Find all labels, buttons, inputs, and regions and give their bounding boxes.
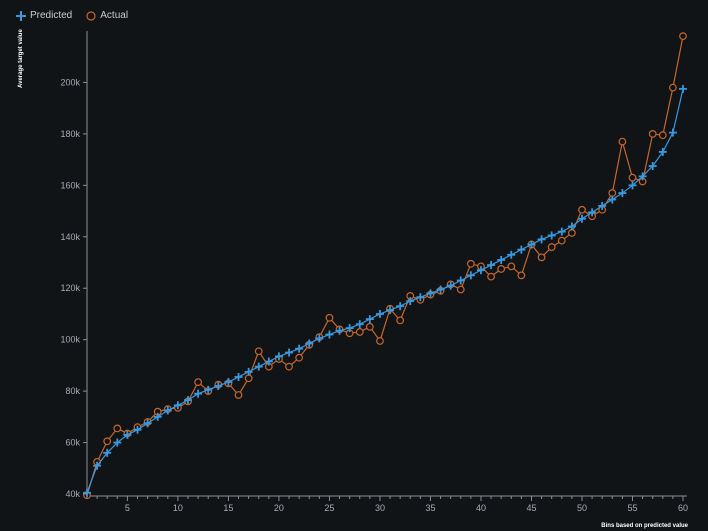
actual-point: [234, 391, 243, 399]
x-tick-label: 10: [173, 503, 183, 513]
y-tick-label: 140k: [60, 232, 80, 242]
y-tick-label: 180k: [60, 129, 80, 139]
predicted-point: [497, 255, 506, 264]
predicted-point: [254, 362, 263, 371]
y-tick-label: 80k: [65, 386, 80, 396]
actual-point: [466, 259, 475, 268]
predicted-point: [557, 227, 566, 236]
actual-point: [608, 189, 617, 197]
actual-point: [365, 322, 374, 331]
actual-point: [244, 374, 253, 383]
x-axis-label: Bins based on predicted value: [601, 523, 688, 529]
y-tick-label: 200k: [60, 77, 80, 87]
x-tick-label: 15: [223, 503, 233, 513]
legend-item-actual[interactable]: Actual: [86, 10, 128, 21]
x-tick-label: 30: [375, 503, 385, 513]
actual-point: [679, 32, 687, 41]
predicted-point: [537, 235, 546, 244]
legend-label-actual: Actual: [100, 10, 129, 21]
predicted-series-line: [86, 88, 684, 493]
predicted-point: [517, 245, 526, 254]
x-tick-label: 50: [577, 503, 587, 513]
legend-item-predicted[interactable]: Predicted: [16, 10, 72, 21]
actual-point: [648, 129, 657, 138]
x-tick-label: 25: [324, 503, 334, 513]
actual-point: [355, 328, 364, 336]
legend: Predicted Actual: [16, 10, 128, 21]
predicted-point: [244, 367, 253, 376]
y-tick-label: 120k: [60, 283, 80, 293]
chart: 40k 60k 80k 100k 120k 140k 160k 180k 200k 5 10 15 20…: [60, 31, 688, 513]
actual-point: [295, 353, 304, 362]
actual-point: [578, 205, 586, 214]
actual-point: [487, 272, 495, 281]
actual-point: [456, 285, 465, 294]
predicted-point: [547, 231, 556, 240]
circle-icon: [86, 10, 96, 21]
predicted-point: [355, 320, 364, 329]
predicted-point: [466, 271, 475, 280]
actual-point: [194, 378, 203, 387]
predicted-point: [325, 330, 334, 339]
actual-point: [285, 362, 293, 371]
legend-label-predicted: Predicted: [30, 10, 73, 21]
predicted-point: [507, 250, 516, 259]
actual-point: [376, 337, 384, 345]
y-tick-label: 60k: [65, 438, 80, 448]
actual-point: [658, 131, 667, 140]
x-tick-label: 20: [274, 503, 284, 513]
predicted-point: [396, 302, 405, 311]
plus-icon: [16, 10, 26, 21]
actual-point: [507, 262, 516, 271]
actual-series-line: [86, 36, 684, 496]
y-axis-label: Average target value: [18, 29, 24, 88]
actual-point: [113, 424, 122, 433]
x-tick-label: 40: [476, 503, 486, 513]
actual-point: [547, 243, 556, 251]
predicted-point: [365, 315, 374, 324]
actual-point: [628, 173, 637, 182]
actual-point: [254, 347, 263, 356]
predicted-point: [234, 372, 243, 381]
x-tick-label: 55: [627, 503, 637, 513]
x-tick-label: 60: [678, 503, 688, 513]
predicted-point: [375, 309, 384, 318]
actual-point: [557, 236, 566, 245]
actual-point: [517, 271, 526, 280]
actual-point: [567, 229, 576, 237]
predicted-point: [679, 84, 687, 93]
actual-point: [497, 265, 506, 273]
y-tick-label: 40k: [65, 489, 80, 499]
actual-point: [103, 437, 112, 446]
actual-point: [618, 137, 627, 146]
y-tick-label: 100k: [60, 335, 80, 345]
y-tick-label: 160k: [60, 180, 80, 190]
predicted-point: [285, 348, 294, 357]
actual-point: [396, 316, 405, 325]
x-tick-label: 35: [425, 503, 435, 513]
predicted-point: [668, 128, 677, 137]
predicted-point: [194, 389, 203, 398]
predicted-point: [295, 344, 304, 353]
x-tick-label: 5: [125, 503, 130, 513]
actual-point: [325, 313, 334, 322]
predicted-point: [658, 147, 667, 156]
x-tick-label: 45: [526, 503, 536, 513]
actual-point: [537, 253, 546, 262]
predicted-point: [487, 261, 496, 270]
actual-point: [668, 83, 677, 92]
